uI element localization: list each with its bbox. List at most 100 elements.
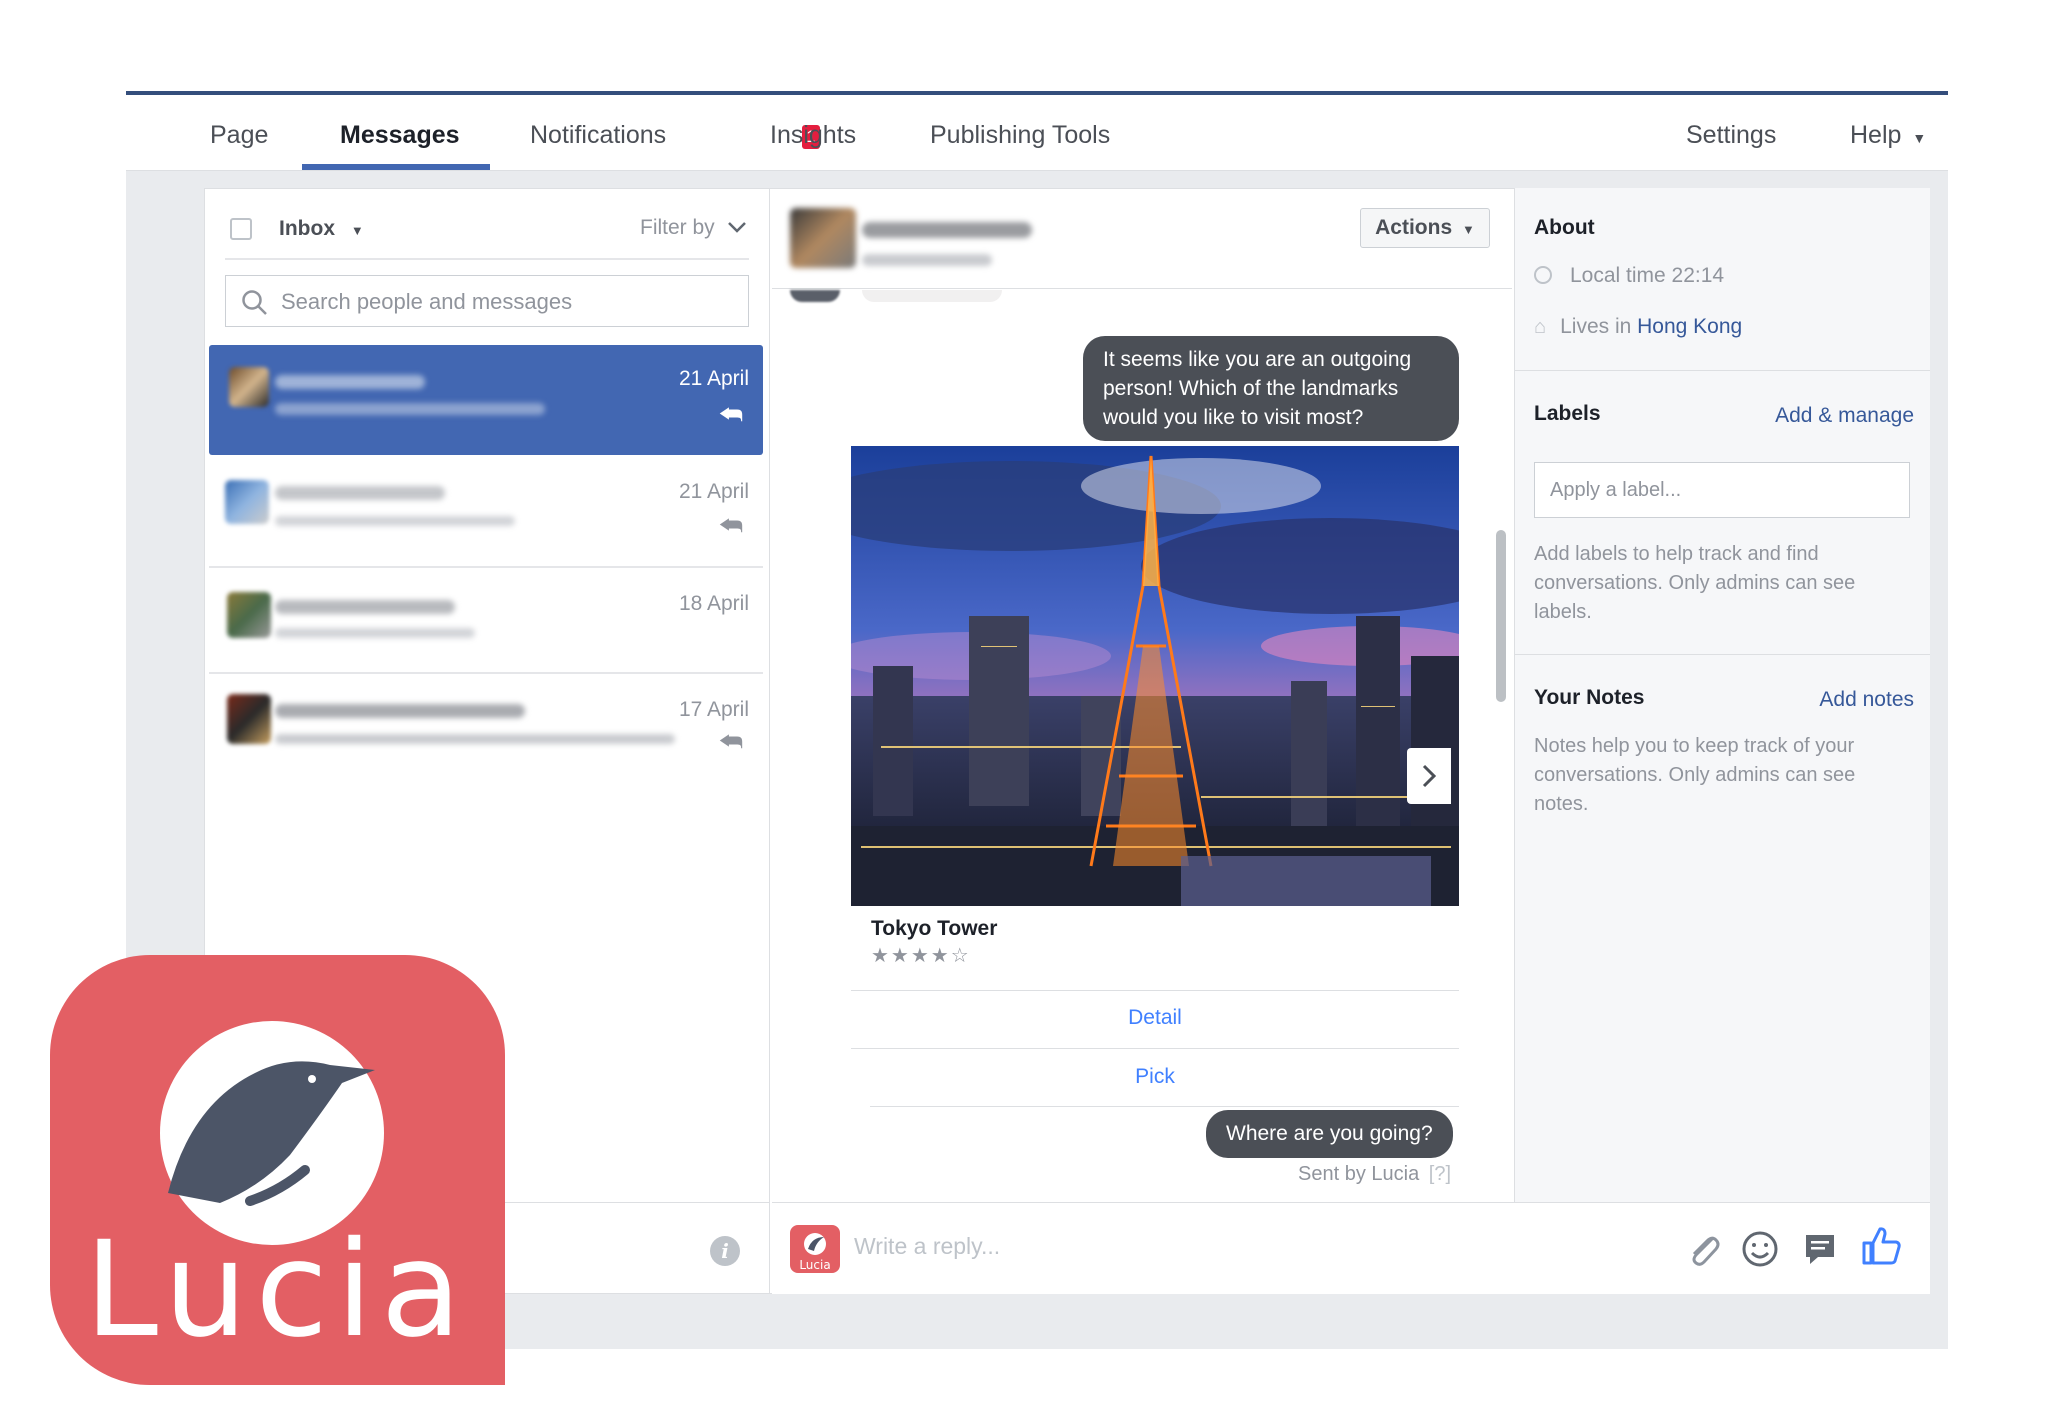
avatar bbox=[790, 208, 856, 268]
help-label: Help bbox=[1850, 121, 1902, 149]
avatar bbox=[229, 367, 269, 407]
card-pick-button[interactable]: Pick bbox=[851, 1065, 1459, 1089]
inbox-folder-dropdown[interactable]: Inbox ▼ bbox=[279, 217, 364, 241]
caret-down-icon: ▼ bbox=[1461, 222, 1475, 237]
blurred-contact-name bbox=[862, 222, 1032, 238]
previous-message-fragment bbox=[862, 290, 1002, 302]
help-menu[interactable]: Help ▼ bbox=[1850, 95, 1926, 171]
lives-in-city-link[interactable]: Hong Kong bbox=[1637, 315, 1742, 338]
filter-dropdown[interactable]: Filter by bbox=[640, 216, 747, 240]
emoji-icon[interactable] bbox=[1740, 1229, 1780, 1269]
blurred-name bbox=[275, 600, 455, 614]
home-icon: ⌂ bbox=[1534, 316, 1547, 338]
search-icon bbox=[242, 290, 267, 315]
lives-in-label: Lives in bbox=[1560, 315, 1632, 338]
local-time: Local time 22:14 bbox=[1570, 264, 1725, 287]
add-manage-labels-link[interactable]: Add & manage bbox=[1775, 404, 1914, 428]
caret-down-icon: ▼ bbox=[350, 223, 364, 238]
thread-date: 18 April bbox=[678, 592, 749, 615]
filter-label: Filter by bbox=[640, 216, 715, 239]
labels-title: Labels bbox=[1534, 402, 1601, 425]
paperclip-icon[interactable] bbox=[1682, 1227, 1726, 1271]
blurred-name bbox=[275, 704, 525, 718]
card-title: Tokyo Tower bbox=[871, 917, 998, 940]
replied-icon: ⮪ bbox=[718, 399, 743, 429]
section-divider bbox=[1514, 654, 1930, 655]
card-detail-button[interactable]: Detail bbox=[851, 1006, 1459, 1030]
blurred-snippet bbox=[275, 628, 475, 638]
card-divider bbox=[851, 1048, 1459, 1049]
lucia-avatar: Lucia bbox=[790, 1225, 840, 1273]
thread-row[interactable]: 18 April bbox=[209, 574, 763, 670]
tab-page[interactable]: Page bbox=[210, 95, 268, 171]
replied-icon: ⮪ bbox=[718, 510, 743, 540]
lives-in-row: ⌂ Lives in Hong Kong bbox=[1534, 315, 1742, 339]
thread-date: 21 April bbox=[678, 367, 749, 390]
notes-title: Your Notes bbox=[1534, 686, 1645, 709]
tab-insights[interactable]: Insights bbox=[770, 95, 856, 171]
lucia-logo: Lucia bbox=[50, 955, 505, 1385]
chevron-down-icon bbox=[727, 222, 746, 233]
actions-button[interactable]: Actions ▼ bbox=[1360, 208, 1490, 248]
card-rating: ★★★★☆ bbox=[871, 945, 971, 967]
row-divider bbox=[209, 566, 763, 568]
labels-help-text: Add labels to help track and find conver… bbox=[1534, 543, 1856, 623]
conversation-scrollbar[interactable] bbox=[1496, 530, 1506, 702]
avatar bbox=[227, 592, 271, 638]
label-input[interactable]: Apply a label... bbox=[1534, 462, 1910, 518]
replied-icon: ⮪ bbox=[718, 726, 743, 756]
reply-input[interactable]: Write a reply... bbox=[854, 1233, 1000, 1260]
svg-text:Lucia: Lucia bbox=[799, 1258, 830, 1272]
tokyo-tower-image bbox=[851, 446, 1459, 906]
like-icon[interactable] bbox=[1858, 1223, 1904, 1269]
thread-date: 21 April bbox=[678, 480, 749, 503]
thread-row[interactable]: 17 April ⮪ bbox=[209, 678, 763, 778]
reply-composer: Lucia Write a reply... bbox=[772, 1202, 1930, 1294]
local-time-row: Local time 22:14 bbox=[1534, 264, 1724, 288]
thread-row[interactable]: 21 April ⮪ bbox=[209, 462, 763, 562]
svg-text:Lucia: Lucia bbox=[84, 1213, 469, 1367]
conversation-header-divider bbox=[772, 288, 1512, 289]
clock-icon bbox=[1534, 266, 1552, 284]
caret-down-icon: ▼ bbox=[1912, 130, 1927, 146]
thread-date: 17 April bbox=[678, 698, 749, 721]
card-divider bbox=[870, 1106, 1459, 1107]
add-notes-link[interactable]: Add notes bbox=[1819, 688, 1914, 712]
label-input-placeholder: Apply a label... bbox=[1550, 479, 1682, 501]
bot-message-bubble: It seems like you are an outgoing person… bbox=[1083, 336, 1459, 441]
search-input[interactable]: Search people and messages bbox=[225, 275, 749, 327]
blurred-snippet bbox=[275, 516, 515, 526]
section-divider bbox=[1514, 370, 1930, 371]
saved-replies-icon[interactable] bbox=[1800, 1229, 1840, 1269]
carousel-next-button[interactable] bbox=[1407, 748, 1451, 804]
blurred-snippet bbox=[275, 403, 545, 415]
last-message-bubble: Where are you going? bbox=[1206, 1110, 1453, 1158]
active-tab-indicator bbox=[302, 164, 490, 170]
notes-help-text: Notes help you to keep track of your con… bbox=[1534, 735, 1856, 815]
blurred-name bbox=[275, 486, 445, 500]
tab-settings[interactable]: Settings bbox=[1686, 95, 1776, 171]
header-divider bbox=[225, 258, 749, 260]
select-all-checkbox[interactable] bbox=[230, 218, 252, 240]
row-divider bbox=[209, 672, 763, 674]
blurred-contact-status bbox=[862, 254, 992, 266]
avatar bbox=[225, 480, 269, 524]
blurred-name bbox=[275, 375, 425, 389]
avatar bbox=[227, 694, 271, 744]
actions-label: Actions bbox=[1375, 216, 1453, 239]
blurred-snippet bbox=[275, 734, 675, 744]
tab-notifications[interactable]: Notifications bbox=[530, 95, 666, 171]
previous-message-fragment bbox=[790, 290, 840, 302]
info-icon[interactable]: i bbox=[710, 1236, 740, 1266]
inbox-label: Inbox bbox=[279, 217, 335, 240]
tab-publishing-tools[interactable]: Publishing Tools bbox=[930, 95, 1110, 171]
sent-by-help-link[interactable]: [?] bbox=[1429, 1163, 1451, 1185]
about-title: About bbox=[1534, 216, 1595, 239]
tab-messages[interactable]: Messages bbox=[340, 95, 460, 171]
sent-by-label: Sent by Lucia bbox=[1298, 1163, 1420, 1185]
sent-by-note: Sent by Lucia [?] bbox=[1298, 1163, 1451, 1186]
card-divider bbox=[851, 990, 1459, 991]
thread-row[interactable]: 21 April ⮪ bbox=[209, 345, 763, 455]
page-nav: Page Messages Notifications 1 Insights P… bbox=[126, 95, 1948, 171]
chevron-right-icon bbox=[1422, 764, 1437, 788]
